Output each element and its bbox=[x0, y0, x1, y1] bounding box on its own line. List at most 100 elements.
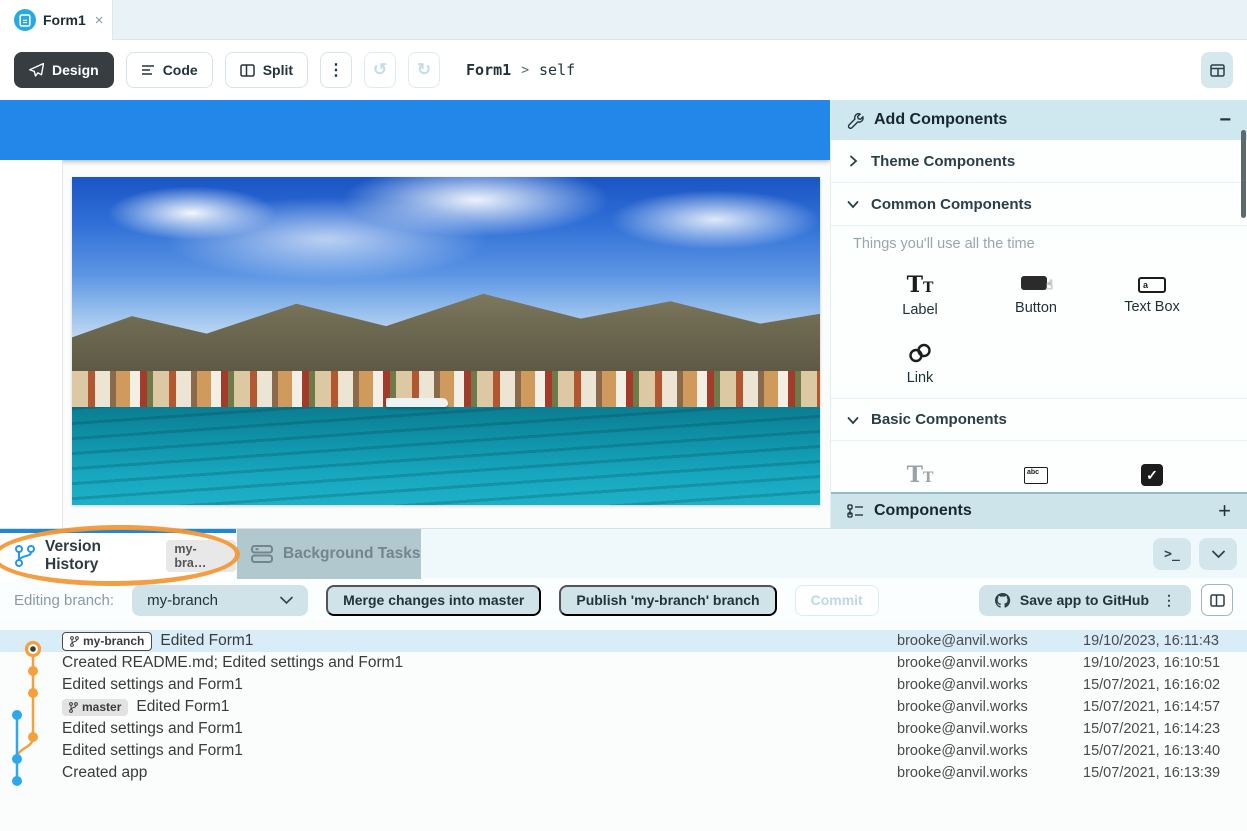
label-icon: TT bbox=[907, 464, 934, 486]
breadcrumb: Form1 > self bbox=[466, 61, 575, 79]
commit-author: brooke@anvil.works bbox=[897, 699, 1083, 715]
commit-button[interactable]: Commit bbox=[795, 585, 879, 616]
add-component-icon[interactable]: + bbox=[1218, 498, 1231, 524]
github-icon bbox=[994, 592, 1011, 609]
merge-into-master-button[interactable]: Merge changes into master bbox=[326, 585, 541, 616]
tab-strip bbox=[112, 0, 1247, 40]
design-button[interactable]: Design bbox=[14, 52, 114, 88]
wrench-icon bbox=[847, 112, 864, 129]
commit-row[interactable]: Edited settings and Form1 brooke@anvil.w… bbox=[0, 674, 1247, 696]
app-console-button[interactable]: >_ bbox=[1153, 538, 1191, 570]
common-components-section[interactable]: Common Components bbox=[831, 183, 1247, 226]
open-side-panel-button[interactable] bbox=[1201, 584, 1233, 616]
kebab-icon: ⋮ bbox=[328, 60, 344, 80]
terminal-icon: >_ bbox=[1164, 547, 1180, 562]
close-tab-icon[interactable]: × bbox=[95, 12, 104, 29]
breadcrumb-root[interactable]: Form1 bbox=[466, 61, 511, 79]
commit-author: brooke@anvil.works bbox=[897, 721, 1083, 737]
components-panel-title: Components bbox=[874, 502, 1208, 520]
split-button[interactable]: Split bbox=[225, 52, 308, 88]
breadcrumb-separator: > bbox=[521, 63, 529, 78]
form1-tab-label: Form1 bbox=[43, 12, 86, 28]
commit-timestamp: 15/07/2021, 16:14:23 bbox=[1083, 721, 1247, 737]
current-branch-pill: my-bra… bbox=[166, 540, 236, 572]
commit-message: Created README.md; Edited settings and F… bbox=[62, 654, 403, 672]
theme-components-section[interactable]: Theme Components bbox=[831, 140, 1247, 183]
github-options-kebab-icon[interactable]: ⋮ bbox=[1158, 592, 1176, 609]
add-components-title: Add Components bbox=[874, 111, 1209, 129]
branch-dropdown[interactable]: my-branch bbox=[132, 585, 308, 616]
link-icon bbox=[907, 342, 933, 364]
add-components-header[interactable]: Add Components − bbox=[831, 100, 1247, 140]
layout-panels-button[interactable] bbox=[1201, 52, 1233, 88]
version-history-label: Version History bbox=[45, 538, 157, 574]
form-image-component[interactable] bbox=[72, 177, 820, 505]
split-pane-icon bbox=[1210, 594, 1225, 607]
commit-row[interactable]: Edited settings and Form1 brooke@anvil.w… bbox=[0, 718, 1247, 740]
component-label[interactable]: TT Label bbox=[862, 262, 978, 330]
commit-row[interactable]: my-branch Edited Form1 brooke@anvil.work… bbox=[0, 630, 1247, 652]
form-file-icon bbox=[14, 9, 36, 31]
component-link[interactable]: Link bbox=[862, 330, 978, 398]
collapse-bottom-panel-button[interactable] bbox=[1199, 538, 1237, 570]
sidebar-scrollbar[interactable] bbox=[1241, 130, 1246, 218]
undo-button[interactable]: ↺ bbox=[364, 52, 396, 88]
save-to-github-button[interactable]: Save app to GitHub ⋮ bbox=[979, 585, 1191, 616]
basic-components-section[interactable]: Basic Components bbox=[831, 398, 1247, 441]
commit-message: Edited settings and Form1 bbox=[62, 742, 243, 760]
form-hero-band[interactable] bbox=[0, 100, 830, 160]
commit-row[interactable]: Created app brooke@anvil.works 15/07/202… bbox=[0, 762, 1247, 784]
bottom-panel: Version History my-bra… Background Tasks… bbox=[0, 528, 1247, 831]
branch-badge: master bbox=[62, 699, 128, 716]
commit-author: brooke@anvil.works bbox=[897, 743, 1083, 759]
breadcrumb-leaf[interactable]: self bbox=[539, 61, 575, 79]
design-canvas[interactable] bbox=[0, 100, 830, 528]
photo-sea bbox=[72, 407, 820, 505]
text-area-icon: abc bbox=[1024, 467, 1048, 484]
background-tasks-label: Background Tasks bbox=[283, 545, 421, 563]
chevron-down-icon bbox=[1212, 550, 1225, 559]
chevron-down-icon bbox=[847, 414, 859, 426]
background-tasks-tab[interactable]: Background Tasks bbox=[237, 529, 421, 579]
photo-boat bbox=[386, 398, 448, 407]
label-icon: TT bbox=[907, 274, 934, 296]
commit-message: Created app bbox=[62, 764, 147, 782]
theme-components-label: Theme Components bbox=[871, 153, 1015, 170]
button-icon: ☝ bbox=[1021, 276, 1051, 294]
redo-button[interactable]: ↻ bbox=[408, 52, 440, 88]
component-text-box[interactable]: a Text Box bbox=[1094, 262, 1210, 330]
bottom-tab-row: Version History my-bra… Background Tasks… bbox=[0, 528, 1247, 578]
commit-row[interactable]: Created README.md; Edited settings and F… bbox=[0, 652, 1247, 674]
branch-badge: my-branch bbox=[62, 632, 152, 651]
commit-timestamp: 19/10/2023, 16:10:51 bbox=[1083, 655, 1247, 671]
commit-timestamp: 15/07/2021, 16:14:57 bbox=[1083, 699, 1247, 715]
code-lines-icon bbox=[141, 64, 155, 76]
chevron-down-icon bbox=[280, 596, 293, 605]
commit-author: brooke@anvil.works bbox=[897, 633, 1083, 649]
commit-row[interactable]: Edited settings and Form1 brooke@anvil.w… bbox=[0, 740, 1247, 762]
more-options-button[interactable]: ⋮ bbox=[320, 52, 352, 88]
window-layout-icon bbox=[1210, 64, 1225, 77]
component-button[interactable]: ☝ Button bbox=[978, 262, 1094, 330]
basic-components-label: Basic Components bbox=[871, 411, 1007, 428]
form1-tab[interactable]: Form1 × bbox=[0, 0, 112, 40]
editor-toolbar: Design Code Split ⋮ ↺ ↻ Form1 > self bbox=[0, 40, 1247, 100]
component-tree-icon bbox=[847, 504, 864, 519]
commit-timestamp: 15/07/2021, 16:13:39 bbox=[1083, 765, 1247, 781]
common-components-grid: TT Label ☝ Button a Text Box Link bbox=[831, 262, 1247, 398]
collapse-panel-icon[interactable]: − bbox=[1219, 109, 1231, 132]
commit-row[interactable]: master Edited Form1 brooke@anvil.works 1… bbox=[0, 696, 1247, 718]
commit-author: brooke@anvil.works bbox=[897, 765, 1083, 781]
split-pane-icon bbox=[240, 64, 255, 77]
version-history-tab[interactable]: Version History my-bra… bbox=[0, 529, 236, 579]
undo-icon: ↺ bbox=[373, 60, 387, 80]
common-components-subtitle: Things you'll use all the time bbox=[831, 226, 1247, 262]
version-history-list: my-branch Edited Form1 brooke@anvil.work… bbox=[0, 622, 1247, 784]
commit-author: brooke@anvil.works bbox=[897, 677, 1083, 693]
commit-message: Edited settings and Form1 bbox=[62, 676, 243, 694]
publish-branch-button[interactable]: Publish 'my-branch' branch bbox=[559, 585, 776, 616]
commit-timestamp: 15/07/2021, 16:16:02 bbox=[1083, 677, 1247, 693]
components-tree-panel-header[interactable]: Components + bbox=[831, 492, 1247, 528]
code-button[interactable]: Code bbox=[126, 52, 213, 88]
paper-plane-icon bbox=[29, 63, 44, 77]
